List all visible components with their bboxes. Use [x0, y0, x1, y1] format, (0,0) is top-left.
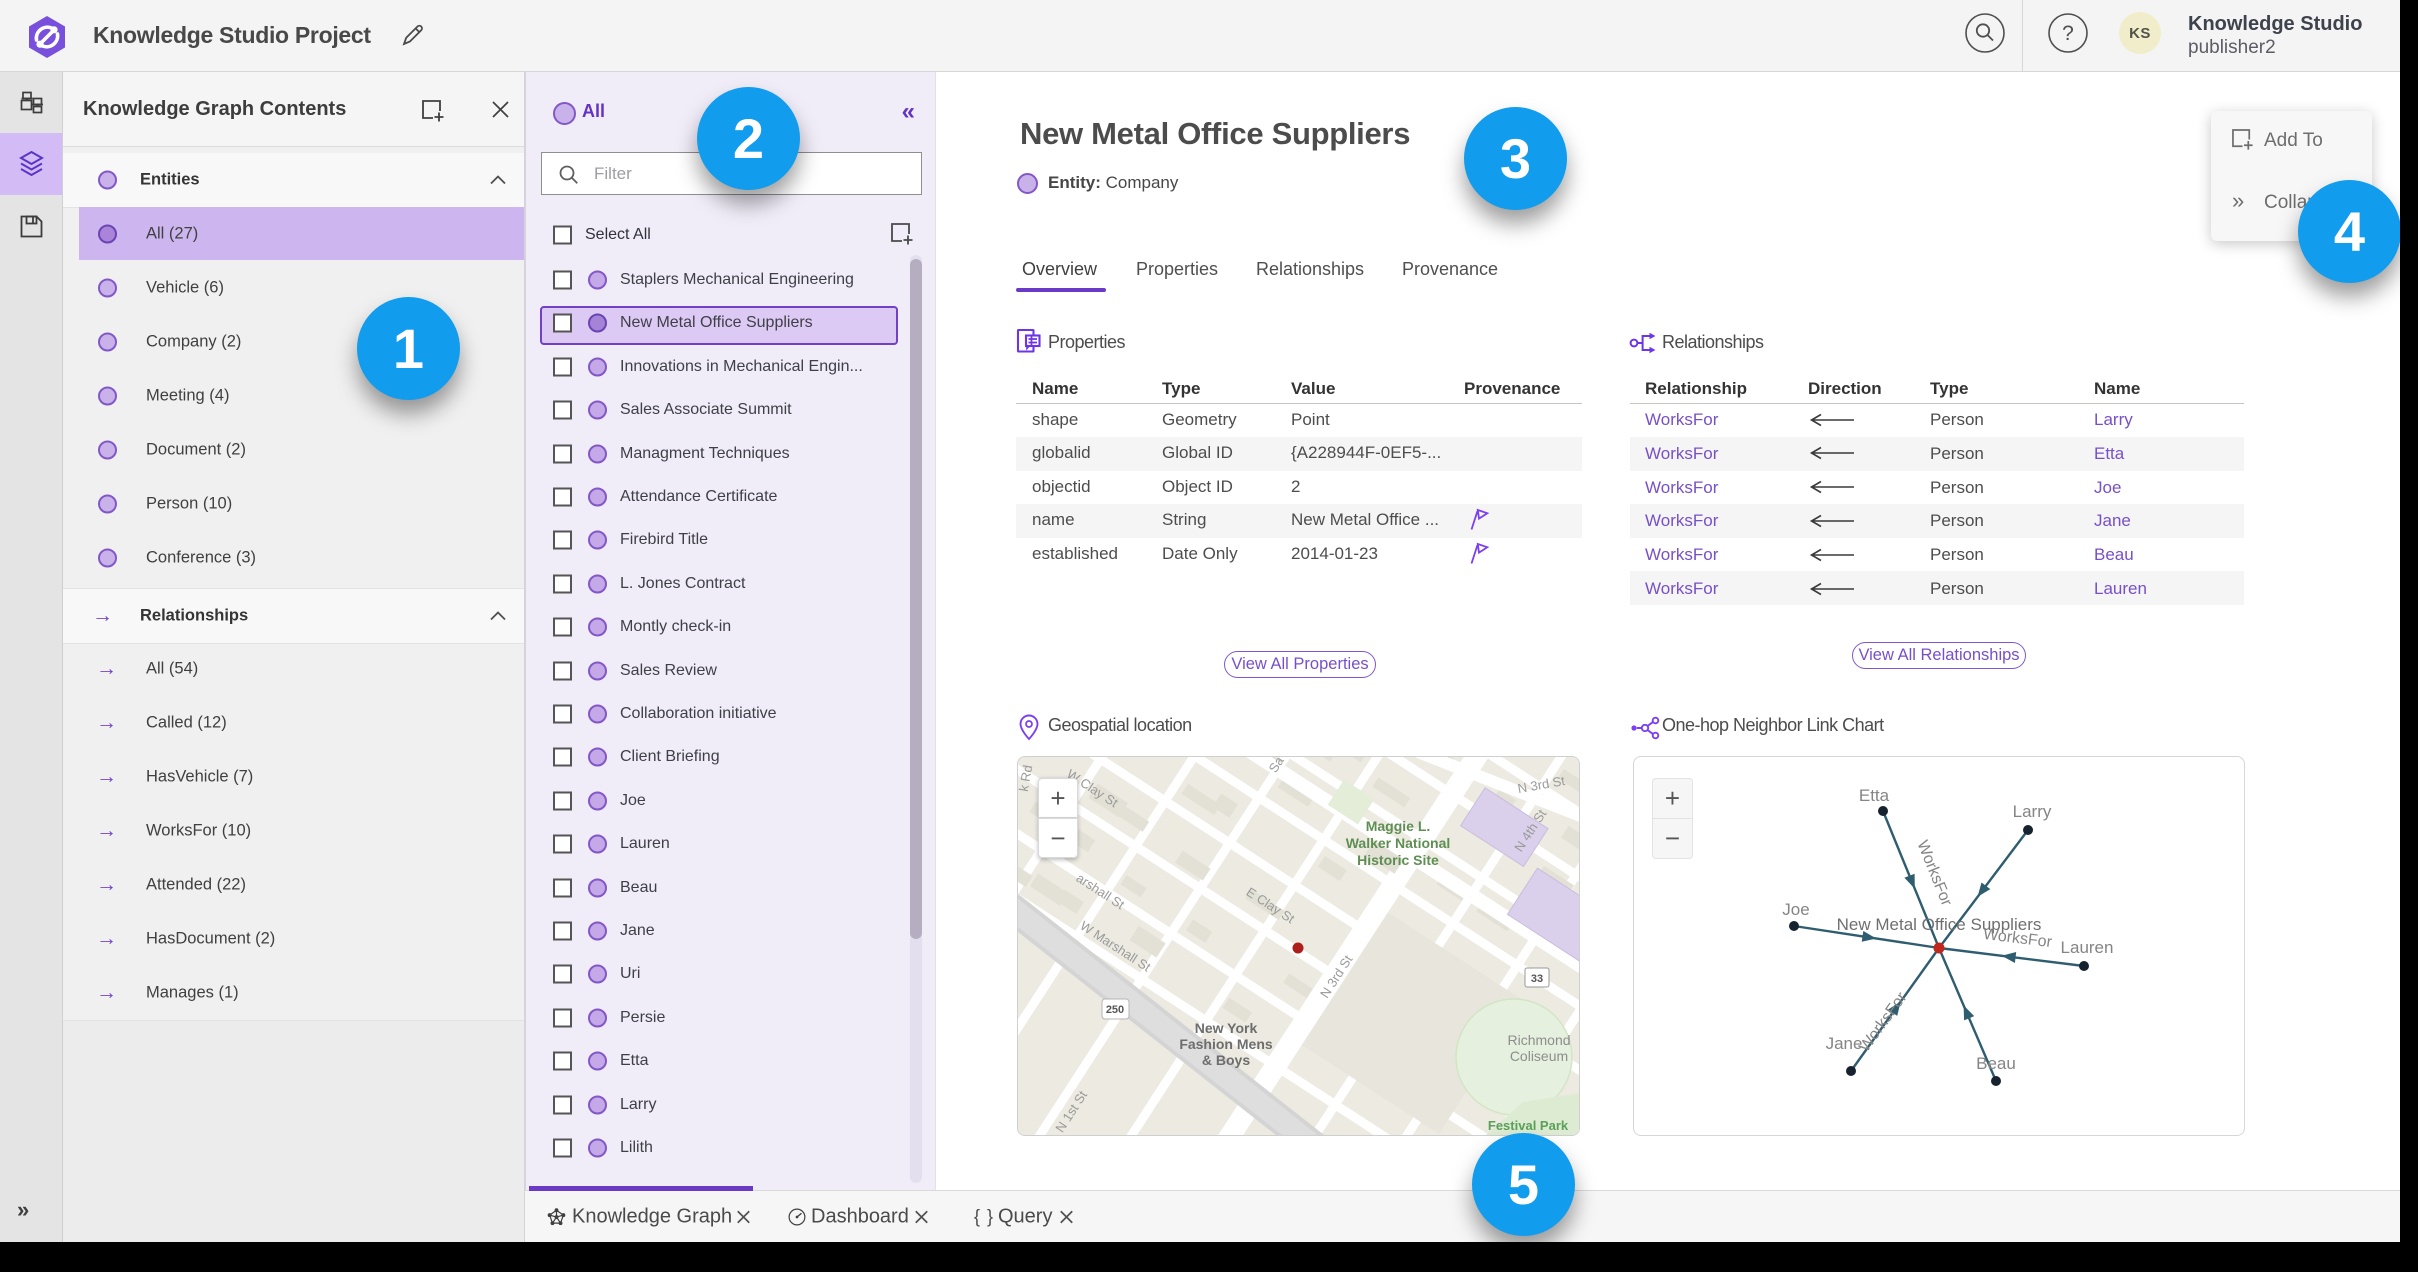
svg-text:Fashion Mens: Fashion Mens: [1179, 1036, 1273, 1052]
svg-text:Walker National: Walker National: [1346, 835, 1451, 851]
svg-text:Etta: Etta: [1859, 786, 1890, 805]
svg-text:Joe: Joe: [1782, 900, 1809, 919]
svg-text:New York: New York: [1195, 1020, 1258, 1036]
svg-text:Larry: Larry: [2013, 802, 2052, 821]
svg-text:Festival Park: Festival Park: [1488, 1118, 1569, 1133]
svg-text:Richmond: Richmond: [1507, 1032, 1570, 1048]
svg-text:Beau: Beau: [1976, 1054, 2016, 1073]
svg-text:Historic Site: Historic Site: [1357, 852, 1439, 868]
svg-text:Lauren: Lauren: [2061, 938, 2114, 957]
svg-text:?: ?: [2062, 22, 2074, 45]
svg-text:WorksFor: WorksFor: [1982, 926, 2053, 951]
svg-text:WorksFor: WorksFor: [1856, 989, 1911, 1055]
svg-text:& Boys: & Boys: [1202, 1052, 1250, 1068]
svg-text:250: 250: [1106, 1004, 1124, 1016]
svg-text:Maggie L.: Maggie L.: [1366, 818, 1431, 834]
svg-text:33: 33: [1531, 973, 1543, 985]
svg-text:Coliseum: Coliseum: [1510, 1048, 1568, 1064]
